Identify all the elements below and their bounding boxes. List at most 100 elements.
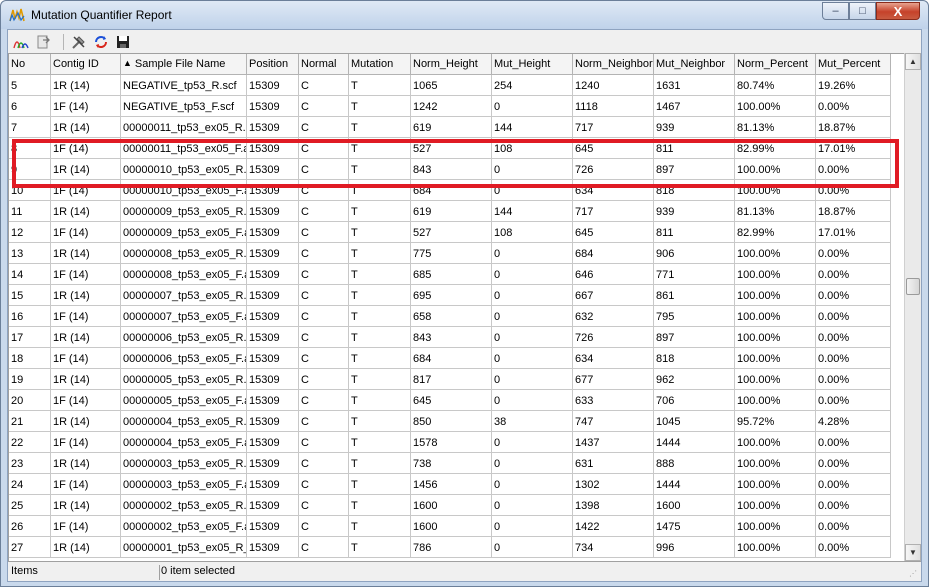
column-header-label: Mut_Neighbor <box>656 58 726 70</box>
table-cell: 0.00% <box>816 306 891 327</box>
column-header-mut-neighbor[interactable]: Mut_Neighbor <box>654 54 735 75</box>
table-row[interactable]: 8 1F (14) 00000011_tp53_ex05_F.a 15309 C T 527… <box>9 138 891 159</box>
table-row[interactable]: 10 1F (14) 00000010_tp53_ex05_F.a 15309 C T 68… <box>9 180 891 201</box>
column-header-mutation[interactable]: Mutation <box>349 54 411 75</box>
table-cell: 1R (14) <box>51 537 121 558</box>
table-cell: 1R (14) <box>51 495 121 516</box>
table-cell: 254 <box>492 75 573 96</box>
column-header-mut-height[interactable]: Mut_Height <box>492 54 573 75</box>
table-cell: T <box>349 180 411 201</box>
table-row[interactable]: 26 1F (14) 00000002_tp53_ex05_F.a 15309 C T 16… <box>9 516 891 537</box>
table-row[interactable]: 9 1R (14) 00000010_tp53_ex05_R. 15309 C T 843 0… <box>9 159 891 180</box>
scroll-down-icon[interactable]: ▼ <box>905 544 921 561</box>
resize-grip-icon[interactable]: ⋰ <box>909 569 919 579</box>
table-cell: 1R (14) <box>51 117 121 138</box>
table-cell: 0 <box>492 285 573 306</box>
table-row[interactable]: 24 1F (14) 00000003_tp53_ex05_F.a 15309 C T 14… <box>9 474 891 495</box>
table-row[interactable]: 27 1R (14) 00000001_tp53_ex05_R_ 15309 C T 786… <box>9 537 891 558</box>
table-cell: 100.00% <box>735 474 816 495</box>
table-row[interactable]: 25 1R (14) 00000002_tp53_ex05_R. 15309 C T 160… <box>9 495 891 516</box>
table-cell: 108 <box>492 222 573 243</box>
table-row[interactable]: 5 1R (14) NEGATIVE_tp53_R.scf 15309 C T 1065 25… <box>9 75 891 96</box>
table-row[interactable]: 23 1R (14) 00000003_tp53_ex05_R. 15309 C T 738… <box>9 453 891 474</box>
table-row[interactable]: 6 1F (14) NEGATIVE_tp53_F.scf 15309 C T 1242 0 1… <box>9 96 891 117</box>
scrollbar-thumb[interactable] <box>906 278 920 295</box>
table-cell: 843 <box>411 159 492 180</box>
table-cell: 4.28% <box>816 411 891 432</box>
table-cell: 1R (14) <box>51 369 121 390</box>
table-cell: 0.00% <box>816 159 891 180</box>
table-cell: 15309 <box>247 75 299 96</box>
table-row[interactable]: 7 1R (14) 00000011_tp53_ex05_R. 15309 C T 619 1… <box>9 117 891 138</box>
column-header-norm-percent[interactable]: Norm_Percent <box>735 54 816 75</box>
table-cell: 1578 <box>411 432 492 453</box>
chromatogram-icon[interactable] <box>12 33 30 51</box>
table-row[interactable]: 16 1F (14) 00000007_tp53_ex05_F.a 15309 C T 65… <box>9 306 891 327</box>
table-cell: 811 <box>654 222 735 243</box>
column-header-norm-neighbor[interactable]: Norm_Neighbor <box>573 54 654 75</box>
table-cell: 00000006_tp53_ex05_F.a <box>121 348 247 369</box>
table-cell: 100.00% <box>735 537 816 558</box>
maximize-button[interactable]: □ <box>849 2 876 20</box>
table-cell: 00000007_tp53_ex05_F.a <box>121 306 247 327</box>
table-row[interactable]: 20 1F (14) 00000005_tp53_ex05_F.a 15309 C T 64… <box>9 390 891 411</box>
table-cell: T <box>349 243 411 264</box>
table-cell: 706 <box>654 390 735 411</box>
table-row[interactable]: 14 1F (14) 00000008_tp53_ex05_F.a 15309 C T 68… <box>9 264 891 285</box>
table-cell: 1437 <box>573 432 654 453</box>
table-cell: 962 <box>654 369 735 390</box>
vertical-scrollbar[interactable]: ▲ ▼ <box>904 53 921 561</box>
title-bar[interactable]: Mutation Quantifier Report – □ X <box>1 1 928 29</box>
table-row[interactable]: 19 1R (14) 00000005_tp53_ex05_R. 15309 C T 817… <box>9 369 891 390</box>
close-button[interactable]: X <box>876 2 920 20</box>
table-cell: 100.00% <box>735 495 816 516</box>
table-cell: 8 <box>9 138 51 159</box>
table-row[interactable]: 17 1R (14) 00000006_tp53_ex05_R. 15309 C T 843… <box>9 327 891 348</box>
table-cell: 80.74% <box>735 75 816 96</box>
table-cell: C <box>299 306 349 327</box>
column-header-position[interactable]: Position <box>247 54 299 75</box>
table-cell: 00000008_tp53_ex05_F.a <box>121 264 247 285</box>
report-table[interactable]: No Contig ID ▲ Sample File Name Position Norm… <box>8 53 921 561</box>
column-header-mut-percent[interactable]: Mut_Percent <box>816 54 891 75</box>
table-cell: 00000006_tp53_ex05_R. <box>121 327 247 348</box>
table-row[interactable]: 12 1F (14) 00000009_tp53_ex05_F.a 15309 C T 52… <box>9 222 891 243</box>
table-cell: 15309 <box>247 432 299 453</box>
table-cell: 15309 <box>247 537 299 558</box>
column-header-label: Contig ID <box>53 58 99 70</box>
column-header-sample-file-name[interactable]: ▲ Sample File Name <box>121 54 247 75</box>
tools-icon[interactable] <box>70 33 88 51</box>
table-cell: C <box>299 348 349 369</box>
column-header-contig-id[interactable]: Contig ID <box>51 54 121 75</box>
table-cell: 0 <box>492 495 573 516</box>
table-cell: 11 <box>9 201 51 222</box>
table-cell: 0.00% <box>816 264 891 285</box>
column-header-norm-height[interactable]: Norm_Height <box>411 54 492 75</box>
table-row[interactable]: 18 1F (14) 00000006_tp53_ex05_F.a 15309 C T 68… <box>9 348 891 369</box>
table-cell: 0 <box>492 432 573 453</box>
table-cell: 1422 <box>573 516 654 537</box>
table-cell: 1302 <box>573 474 654 495</box>
table-row[interactable]: 22 1F (14) 00000004_tp53_ex05_F.a 15309 C T 15… <box>9 432 891 453</box>
table-cell: 100.00% <box>735 327 816 348</box>
table-row[interactable]: 13 1R (14) 00000008_tp53_ex05_R. 15309 C T 775… <box>9 243 891 264</box>
column-header-normal[interactable]: Normal <box>299 54 349 75</box>
table-cell: 1444 <box>654 432 735 453</box>
scroll-up-icon[interactable]: ▲ <box>905 53 921 70</box>
table-cell: 17 <box>9 327 51 348</box>
table-row[interactable]: 15 1R (14) 00000007_tp53_ex05_R. 15309 C T 695… <box>9 285 891 306</box>
report-window: Mutation Quantifier Report – □ X No Cont… <box>0 0 929 587</box>
table-cell: 00000005_tp53_ex05_R. <box>121 369 247 390</box>
table-row[interactable]: 11 1R (14) 00000009_tp53_ex05_R. 15309 C T 619… <box>9 201 891 222</box>
column-header-no[interactable]: No <box>9 54 51 75</box>
table-cell: 100.00% <box>735 516 816 537</box>
refresh-icon[interactable] <box>92 33 110 51</box>
column-header-label: Position <box>249 58 289 70</box>
table-row[interactable]: 21 1R (14) 00000004_tp53_ex05_R. 15309 C T 850… <box>9 411 891 432</box>
save-icon[interactable] <box>114 33 132 51</box>
export-icon[interactable] <box>34 33 52 51</box>
table-cell: 15309 <box>247 453 299 474</box>
table-cell: 775 <box>411 243 492 264</box>
minimize-button[interactable]: – <box>822 2 849 20</box>
table-cell: 0.00% <box>816 96 891 117</box>
